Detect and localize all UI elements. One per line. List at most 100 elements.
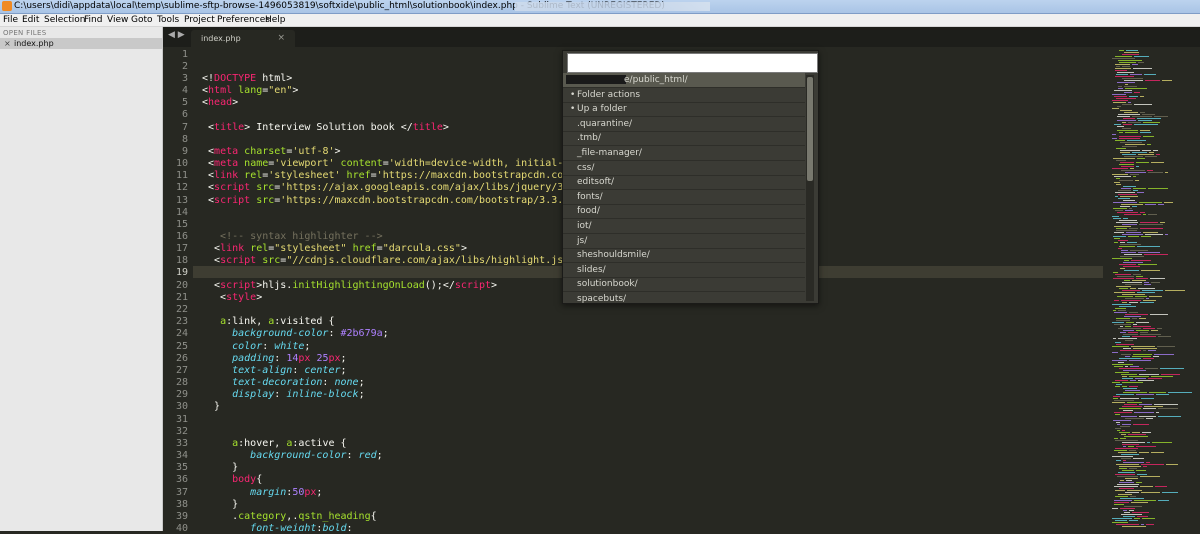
quick-panel-folder-item[interactable]: .tmb/: [563, 131, 805, 147]
quick-panel-folder-item[interactable]: solutionbook/: [563, 277, 805, 293]
line-number: 29: [175, 389, 188, 400]
code-line: <style>: [202, 292, 263, 303]
minimap-stroke: [1122, 294, 1145, 295]
minimap-stroke: [1128, 236, 1139, 237]
tab-close-icon[interactable]: ×: [277, 33, 285, 43]
quick-panel-folder-item[interactable]: editsoft/: [563, 175, 805, 191]
quick-panel-folder-item[interactable]: iot/: [563, 219, 805, 234]
minimap-stroke: [1123, 266, 1140, 267]
minimap-stroke: [1150, 314, 1168, 315]
minimap-stroke: [1116, 524, 1139, 525]
minimap-stroke: [1158, 204, 1164, 205]
minimap-stroke: [1122, 66, 1130, 67]
quick-panel-action[interactable]: • Folder actions: [563, 88, 805, 103]
minimap-stroke: [1130, 496, 1136, 497]
minimap-stroke: [1165, 234, 1168, 235]
quick-panel-folder-item[interactable]: spacebuts/: [563, 292, 805, 303]
menu-help[interactable]: Help: [265, 14, 286, 26]
minimap-stroke: [1121, 300, 1141, 301]
quick-panel-folder-item[interactable]: food/: [563, 204, 805, 220]
title-bar: C:\users\didi\appdata\local\temp\sublime…: [0, 0, 1200, 14]
minimap-stroke: [1119, 306, 1136, 307]
minimap-stroke: [1157, 328, 1162, 329]
quick-panel-folder-item[interactable]: fonts/: [563, 190, 805, 205]
minimap-stroke: [1140, 486, 1153, 487]
minimap-stroke: [1151, 282, 1160, 283]
minimap-stroke: [1115, 64, 1130, 65]
tab-nav-arrows-icon[interactable]: ◀ ▶: [168, 30, 185, 40]
minimap-stroke: [1129, 520, 1138, 521]
quick-panel-folder-item[interactable]: .quarantine/: [563, 117, 805, 132]
minimap-stroke: [1114, 182, 1120, 183]
menu-selection[interactable]: Selection: [44, 14, 85, 26]
minimap-stroke: [1122, 406, 1142, 407]
line-number: 40: [175, 523, 188, 534]
quick-panel-folder-item[interactable]: js/: [563, 234, 805, 249]
quick-panel-action[interactable]: • Up a folder: [563, 102, 805, 118]
minimap-stroke: [1117, 126, 1124, 127]
menu-file[interactable]: File: [3, 14, 18, 26]
menu-edit[interactable]: Edit: [22, 14, 39, 26]
minimap-stroke: [1123, 348, 1131, 349]
menu-goto[interactable]: Goto: [131, 14, 153, 26]
minimap-stroke: [1121, 250, 1128, 251]
minimap-stroke: [1147, 144, 1151, 145]
minimap-stroke: [1130, 366, 1139, 367]
close-file-icon[interactable]: ×: [4, 38, 11, 49]
quick-panel-folder-item[interactable]: sheshouldsmile/: [563, 248, 805, 264]
minimap-stroke: [1134, 500, 1156, 501]
minimap-stroke: [1117, 424, 1120, 425]
quick-panel-scroll-thumb[interactable]: [807, 77, 813, 181]
minimap-stroke: [1158, 416, 1181, 417]
minimap-stroke: [1151, 452, 1164, 453]
minimap-stroke: [1123, 510, 1127, 511]
minimap-stroke: [1129, 96, 1138, 97]
code-line: <script src='https://ajax.googleapis.com…: [202, 182, 576, 193]
minimap-stroke: [1154, 404, 1178, 405]
tab-index-php[interactable]: index.php ×: [191, 30, 295, 47]
menu-preferences[interactable]: Preferences: [217, 14, 270, 26]
code-line: background-color: red;: [250, 450, 383, 461]
minimap-stroke: [1121, 354, 1131, 355]
minimap-stroke: [1135, 296, 1147, 297]
minimap-stroke: [1112, 402, 1125, 403]
code-line: padding: 14px 25px;: [232, 353, 347, 364]
minimap-stroke: [1133, 324, 1137, 325]
minimap-stroke: [1115, 76, 1134, 77]
minimap-stroke: [1114, 500, 1132, 501]
menu-find[interactable]: Find: [84, 14, 102, 26]
code-line: text-align: center;: [232, 365, 347, 376]
quick-panel-folder-item[interactable]: slides/: [563, 263, 805, 278]
minimap-stroke: [1118, 362, 1124, 363]
menu-tools[interactable]: Tools: [157, 14, 179, 26]
open-file-item[interactable]: × index.php: [0, 38, 162, 49]
minimap-stroke: [1133, 458, 1144, 459]
minimap-stroke: [1143, 408, 1156, 409]
minimap-stroke: [1132, 152, 1147, 153]
minimap-stroke: [1130, 168, 1134, 169]
quick-panel-input[interactable]: [567, 53, 818, 73]
minimap-stroke: [1124, 86, 1137, 87]
minimap-stroke: [1144, 74, 1156, 75]
minimap-stroke: [1122, 382, 1143, 383]
minimap-stroke: [1114, 90, 1132, 91]
quick-panel-folder-item[interactable]: css/: [563, 161, 805, 176]
line-number: 26: [175, 353, 188, 364]
menu-view[interactable]: View: [107, 14, 128, 26]
minimap-stroke: [1154, 116, 1168, 117]
minimap-stroke: [1119, 132, 1123, 133]
minimap-stroke: [1136, 470, 1146, 471]
minimap-stroke: [1143, 328, 1155, 329]
minimap[interactable]: [1108, 47, 1200, 531]
minimap-stroke: [1122, 430, 1125, 431]
minimap-stroke: [1124, 254, 1142, 255]
minimap-stroke: [1137, 516, 1148, 517]
minimap-stroke: [1116, 66, 1120, 67]
menu-project[interactable]: Project: [184, 14, 215, 26]
quick-panel-folder-item[interactable]: _file-manager/: [563, 146, 805, 161]
minimap-stroke: [1132, 116, 1152, 117]
quick-panel-folder-item[interactable]: e/public_html/: [563, 73, 805, 88]
minimap-stroke: [1115, 68, 1131, 69]
minimap-stroke: [1127, 490, 1142, 491]
minimap-stroke: [1121, 434, 1126, 435]
